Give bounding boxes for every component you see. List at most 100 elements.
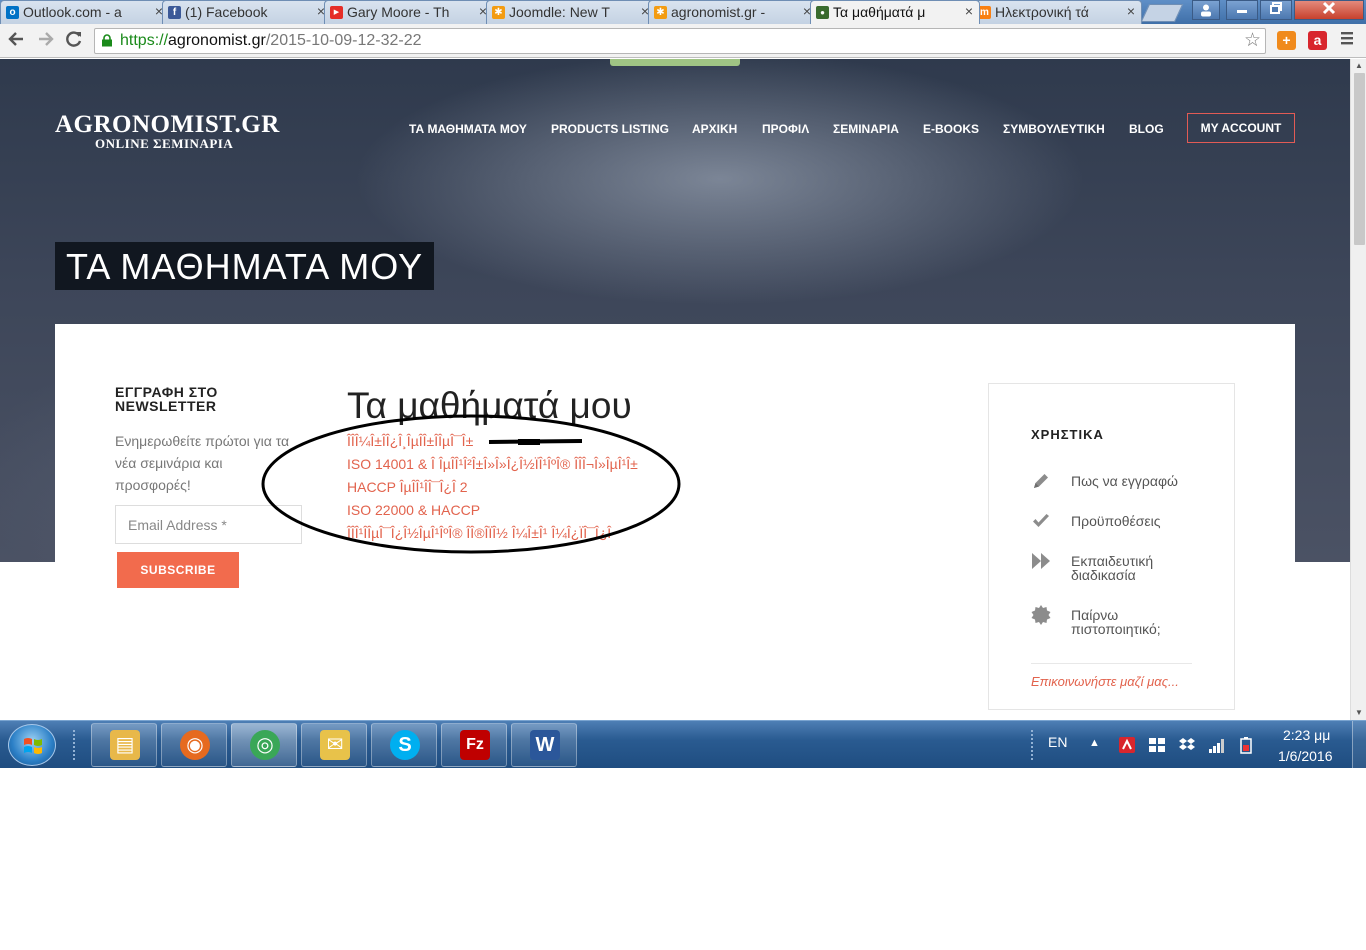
sidebar-item-label: Προϋποθέσεις bbox=[1071, 513, 1161, 529]
window-close-button[interactable] bbox=[1294, 0, 1364, 20]
windows-logo-icon bbox=[24, 738, 42, 754]
firefox-icon: ◉ bbox=[180, 730, 210, 760]
menu-icon[interactable] bbox=[1340, 30, 1354, 51]
divider bbox=[1031, 663, 1192, 664]
nav-profile[interactable]: ΠΡΟΦΙΛ bbox=[762, 122, 809, 136]
widget-title: ΧΡΗΣΤΙΚΑ bbox=[1031, 427, 1104, 442]
course-link[interactable]: HACCP ÎµÎÎ¹ÎÎ¯Î¿Î 2 bbox=[347, 476, 638, 499]
avira-icon[interactable]: a bbox=[1308, 31, 1327, 50]
url-path: /2015-10-09-12-32-22 bbox=[265, 32, 422, 49]
avira-tray-icon[interactable] bbox=[1118, 736, 1136, 754]
subscribe-button[interactable]: SUBSCRIBE bbox=[117, 552, 239, 588]
url-scheme: https:// bbox=[120, 32, 169, 49]
browser-toolbar: https://agronomist.gr/2015-10-09-12-32-2… bbox=[0, 24, 1366, 58]
nav-consulting[interactable]: ΣΥΜΒΟΥΛΕΥΤΙΚΗ bbox=[1003, 122, 1105, 136]
tab-my-courses[interactable]: ● Τα μαθήματά μ × bbox=[810, 0, 980, 24]
my-account-button[interactable]: MY ACCOUNT bbox=[1187, 113, 1295, 143]
browser-tab-strip: o Outlook.com - a × f (1) Facebook × ▶ G… bbox=[0, 0, 1366, 24]
scroll-down-arrow-icon[interactable]: ▼ bbox=[1351, 706, 1366, 720]
newsletter-title: ΕΓΓΡΑΦΗ ΣΤΟ NEWSLETTER bbox=[115, 384, 218, 414]
tab-title: Ηλεκτρονική τά bbox=[995, 4, 1089, 20]
courses-title: Τα μαθήματά μου bbox=[347, 385, 632, 426]
close-icon[interactable]: × bbox=[965, 3, 973, 19]
facebook-icon: f bbox=[168, 6, 181, 19]
sidebar-item-label: Παίρνω πιστοποιητικό; bbox=[1071, 607, 1161, 637]
page-scrollbar[interactable]: ▲ ▼ bbox=[1350, 59, 1366, 720]
top-accent-tab[interactable] bbox=[610, 59, 740, 66]
taskbar-explorer[interactable]: ▤ bbox=[91, 723, 157, 767]
language-indicator[interactable]: EN bbox=[1048, 734, 1067, 750]
user-profile-icon[interactable] bbox=[1192, 0, 1220, 20]
taskbar-firefox[interactable]: ◉ bbox=[161, 723, 227, 767]
tab-agronomist[interactable]: ✱ agronomist.gr - × bbox=[648, 0, 818, 24]
chrome-icon: ◎ bbox=[250, 730, 280, 760]
taskbar-chrome[interactable]: ◎ bbox=[231, 723, 297, 767]
tab-moodle[interactable]: m Ηλεκτρονική τά × bbox=[972, 0, 1142, 24]
windows-tray-icon[interactable] bbox=[1148, 736, 1166, 754]
dropbox-icon[interactable] bbox=[1178, 736, 1196, 754]
nav-blog[interactable]: BLOG bbox=[1129, 122, 1164, 136]
minimize-button[interactable] bbox=[1226, 0, 1258, 20]
new-tab-button[interactable] bbox=[1140, 4, 1184, 22]
network-icon[interactable] bbox=[1208, 736, 1226, 754]
clock-date[interactable]: 1/6/2016 bbox=[1278, 748, 1333, 764]
badge-icon bbox=[1031, 605, 1051, 625]
taskbar-skype[interactable]: S bbox=[371, 723, 437, 767]
nav-seminars[interactable]: ΣΕΜΙΝΑΡΙΑ bbox=[833, 122, 899, 136]
clock-time[interactable]: 2:23 μμ bbox=[1283, 727, 1330, 743]
tray-expand-icon[interactable]: ▲ bbox=[1089, 737, 1100, 749]
email-field[interactable] bbox=[115, 505, 302, 544]
youtube-icon: ▶ bbox=[330, 6, 343, 19]
outlook-icon: o bbox=[6, 6, 19, 19]
course-link[interactable]: ISO 22000 & HACCP bbox=[347, 499, 638, 522]
joomdle-icon: ✱ bbox=[654, 6, 667, 19]
taskbar-filezilla[interactable]: Fz bbox=[441, 723, 507, 767]
start-button[interactable] bbox=[8, 724, 56, 766]
address-bar[interactable]: https://agronomist.gr/2015-10-09-12-32-2… bbox=[94, 28, 1266, 54]
explorer-icon: ▤ bbox=[110, 730, 140, 760]
battery-icon[interactable] bbox=[1238, 736, 1256, 754]
close-icon[interactable]: × bbox=[1127, 3, 1135, 19]
forward-button[interactable] bbox=[34, 30, 58, 53]
screen: o Outlook.com - a × f (1) Facebook × ▶ G… bbox=[0, 0, 1366, 950]
taskbar-outlook-express[interactable]: ✉ bbox=[301, 723, 367, 767]
lock-icon bbox=[102, 34, 112, 47]
nav-ebooks[interactable]: E-BOOKS bbox=[923, 122, 979, 136]
url-host: agronomist.gr bbox=[168, 32, 266, 49]
course-link[interactable]: ÎÎÎ¼Î±ÎÎ¿Î¸ÎµÎÎ±ÎÎµÎ¯Î± bbox=[347, 430, 638, 453]
tab-facebook[interactable]: f (1) Facebook × bbox=[162, 0, 332, 24]
page-title: ΤΑ ΜΑΘΗΜΑΤΑ ΜΟΥ bbox=[55, 242, 435, 290]
scrollbar-thumb[interactable] bbox=[1354, 73, 1365, 245]
taskbar-grip[interactable] bbox=[72, 729, 76, 761]
nav-home[interactable]: ΑΡΧΙΚΗ bbox=[692, 122, 737, 136]
tab-joomdle-new[interactable]: ✱ Joomdle: New T × bbox=[486, 0, 656, 24]
taskbar-word[interactable]: W bbox=[511, 723, 577, 767]
course-list: ÎÎÎ¼Î±ÎÎ¿Î¸ÎµÎÎ±ÎÎµÎ¯Î± ISO 14001 & Î Îµ… bbox=[347, 430, 638, 545]
windows-taskbar: ▤ ◉ ◎ ✉ S Fz W EN ▲ 2:23 μμ 1/6/2016 bbox=[0, 720, 1366, 768]
taskbar-grip[interactable] bbox=[1030, 729, 1034, 761]
reload-button[interactable] bbox=[62, 30, 86, 53]
newsletter-description: Ενημερωθείτε πρώτοι για τα νέα σεμινάρια… bbox=[115, 433, 290, 493]
nav-products-listing[interactable]: PRODUCTS LISTING bbox=[551, 122, 669, 136]
tab-outlook[interactable]: o Outlook.com - a × bbox=[0, 0, 170, 24]
tab-title: Gary Moore - Th bbox=[347, 4, 450, 20]
outlook-express-icon: ✉ bbox=[320, 730, 350, 760]
site-logo-subtitle: ONLINE ΣΕΜΙΝΑΡΙΑ bbox=[95, 136, 234, 151]
content-box: ΕΓΓΡΑΦΗ ΣΤΟ NEWSLETTER Ενημερωθείτε πρώτ… bbox=[55, 324, 1295, 720]
back-button[interactable] bbox=[4, 30, 28, 53]
page-viewport: AGRONOMIST.GR ONLINE ΣΕΜΙΝΑΡΙΑ ΤΑ ΜΑΘΗΜΑ… bbox=[0, 59, 1350, 720]
course-link[interactable]: ÎÎÎ¹ÎÎµÎ¯Î¿Î½ÎµÎ¹ÎºÎ® ÎÎ®ÎÏÎ½ Î¼Î±Î¹ Î¼Î… bbox=[347, 522, 638, 545]
bookmark-star-icon[interactable]: ☆ bbox=[1244, 29, 1261, 53]
scroll-up-arrow-icon[interactable]: ▲ bbox=[1351, 59, 1366, 73]
course-link[interactable]: ISO 14001 & Î ÎµÎÎ¹Î²Î±Î»Î»Î¿Î½ÏÎ¹ÎºÎ® Î… bbox=[347, 453, 638, 476]
nav-my-courses[interactable]: ΤΑ ΜΑΘΗΜΑΤΑ ΜΟΥ bbox=[409, 122, 527, 136]
contact-us-link[interactable]: Επικοινωνήστε μαζί μας... bbox=[1031, 674, 1179, 689]
tab-youtube[interactable]: ▶ Gary Moore - Th × bbox=[324, 0, 494, 24]
fast-forward-icon bbox=[1032, 553, 1050, 569]
site-logo[interactable]: AGRONOMIST.GR bbox=[55, 111, 280, 139]
tab-title: agronomist.gr - bbox=[671, 4, 766, 20]
extension-plus-icon[interactable]: + bbox=[1277, 31, 1296, 50]
restore-button[interactable] bbox=[1260, 0, 1292, 20]
show-desktop-button[interactable] bbox=[1352, 721, 1366, 768]
pencil-icon bbox=[1034, 474, 1048, 488]
